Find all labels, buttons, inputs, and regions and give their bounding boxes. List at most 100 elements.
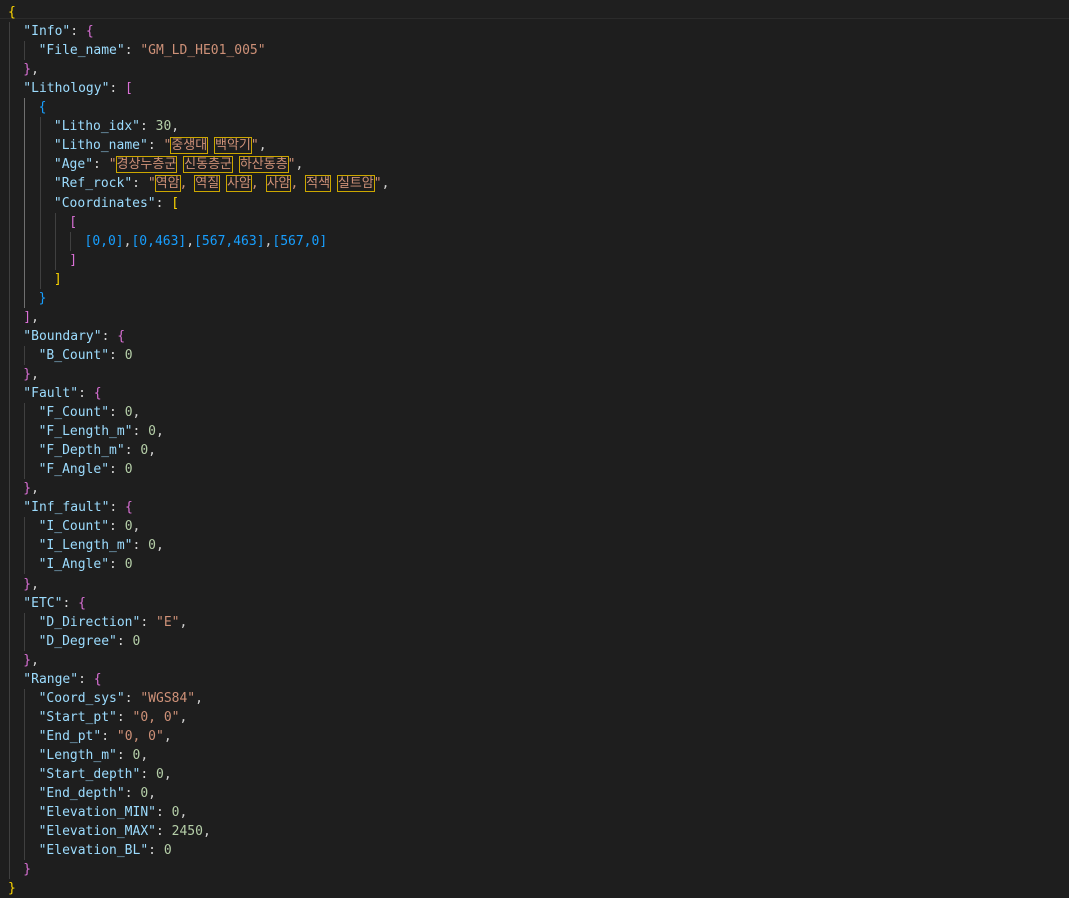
code-token: : [156,824,172,840]
unicode-highlighted-text: 백악기 [214,137,252,155]
unicode-highlighted-text: 경상누층군 [115,156,178,174]
code-token: : [139,119,156,135]
code-line[interactable]: }, [23,365,39,384]
code-line[interactable]: "F_Count": 0, [39,403,141,422]
code-line[interactable]: "I_Angle": 0 [39,555,133,574]
code-line[interactable]: "Elevation_MAX": 2450, [39,822,211,841]
code-line[interactable]: ] [54,270,62,289]
code-token: ] [53,271,62,287]
code-token: "Info" [23,24,71,40]
code-line[interactable]: "Inf_fault": { [23,498,133,517]
code-token: "Lithology" [23,81,110,97]
code-line[interactable]: "Elevation_MIN": 0, [39,803,188,822]
unicode-highlighted-text: 실트암 [336,175,375,193]
code-line[interactable]: }, [23,479,39,498]
code-token: "F_Count" [38,405,110,421]
code-line[interactable]: "Elevation_BL": 0 [39,841,172,860]
code-token: , [171,119,180,135]
code-line[interactable]: }, [23,575,39,594]
code-editor[interactable]: {"Info": {"File_name": "GM_LD_HE01_005"}… [0,0,1069,897]
code-line[interactable]: "D_Degree": 0 [39,632,141,651]
unicode-highlighted-text: 적색 [305,175,332,193]
code-token: , [381,176,390,192]
code-token: : [124,443,141,459]
code-line[interactable]: "F_Depth_m": 0, [39,441,156,460]
code-line[interactable]: { [8,3,16,22]
unicode-highlighted-text: 역질 [194,175,221,193]
code-line[interactable]: } [8,879,16,898]
code-line[interactable]: [ [69,213,77,232]
indent-guide [24,403,26,480]
code-token: : [156,805,172,821]
code-token: : [78,671,94,687]
code-line[interactable]: ] [69,251,77,270]
code-token: } [23,862,32,878]
code-token: { [8,5,16,20]
code-line[interactable]: "Info": { [23,22,93,41]
code-line[interactable]: }, [23,651,39,670]
code-line[interactable]: "Lithology": [ [23,79,133,98]
code-token: , [290,176,307,192]
code-token: "Elevation_MIN" [38,805,156,821]
code-line[interactable]: "Litho_idx": 30, [54,117,179,136]
code-line[interactable]: "I_Count": 0, [39,517,141,536]
code-token: , [179,614,188,630]
code-line[interactable]: "End_pt": "0, 0", [39,727,172,746]
code-token: : [70,24,86,40]
code-token: : [124,43,141,59]
code-line[interactable]: "Start_depth": 0, [39,765,172,784]
code-line[interactable]: "Litho_name": "중생대 백악기", [54,136,267,155]
code-line[interactable]: { [39,98,47,117]
code-line[interactable]: "Coord_sys": "WGS84", [39,689,203,708]
code-token: , [179,176,196,192]
code-token: , [156,424,164,440]
indent-guide [70,231,72,251]
code-line[interactable]: } [39,289,47,308]
code-line[interactable]: "ETC": { [23,594,86,613]
code-line[interactable]: "End_depth": 0, [39,784,156,803]
code-token: , [132,519,141,535]
code-line[interactable]: ], [23,308,39,327]
code-token: "Litho_idx" [53,119,140,135]
code-token: , [179,805,188,821]
code-line[interactable]: [0,0],[0,463],[567,463],[567,0] [85,232,328,251]
code-line[interactable]: "Age": "경상누층군 신동층군 하산동층", [54,155,303,174]
indent-guide [24,98,26,308]
code-line[interactable]: "Range": { [23,670,101,689]
code-line[interactable]: "Length_m": 0, [39,746,149,765]
code-line[interactable]: "Start_pt": "0, 0", [39,708,188,727]
code-line[interactable]: "D_Direction": "E", [39,613,188,632]
indent-guide [24,345,26,365]
code-line[interactable]: } [23,860,31,879]
code-line[interactable]: "Fault": { [23,384,101,403]
code-line[interactable]: "B_Count": 0 [39,346,133,365]
code-line[interactable]: }, [23,60,39,79]
code-token: "End_pt" [38,728,102,744]
code-token: : [109,347,125,363]
code-token: } [23,576,32,592]
indent-guide [9,22,10,880]
code-line[interactable]: "Boundary": { [23,327,125,346]
code-token: : [132,176,148,192]
code-token: , [132,405,141,421]
code-line[interactable]: "I_Length_m": 0, [39,536,164,555]
code-line[interactable]: "Ref_rock": "역암, 역질 사암, 사암, 적색 실트암", [54,174,390,193]
code-token: , [258,138,267,154]
code-line[interactable]: "Coordinates": [ [54,194,179,213]
code-line[interactable]: "F_Length_m": 0, [39,422,164,441]
code-token: , [148,443,156,459]
code-token: "Litho_name" [53,138,148,154]
code-token: "E" [156,614,180,630]
code-token: [567,463] [194,233,265,249]
code-token: "D_Direction" [38,614,141,630]
code-token: , [250,176,267,192]
code-token: "Start_depth" [38,767,141,782]
code-token: "Inf_fault" [23,500,110,516]
code-token: , [202,824,211,840]
code-token: : [132,424,149,440]
indent-guide [24,517,26,575]
code-line[interactable]: "F_Angle": 0 [39,460,133,479]
code-token: : [62,595,79,611]
code-line[interactable]: "File_name": "GM_LD_HE01_005" [39,41,266,60]
code-token: { [93,671,102,687]
